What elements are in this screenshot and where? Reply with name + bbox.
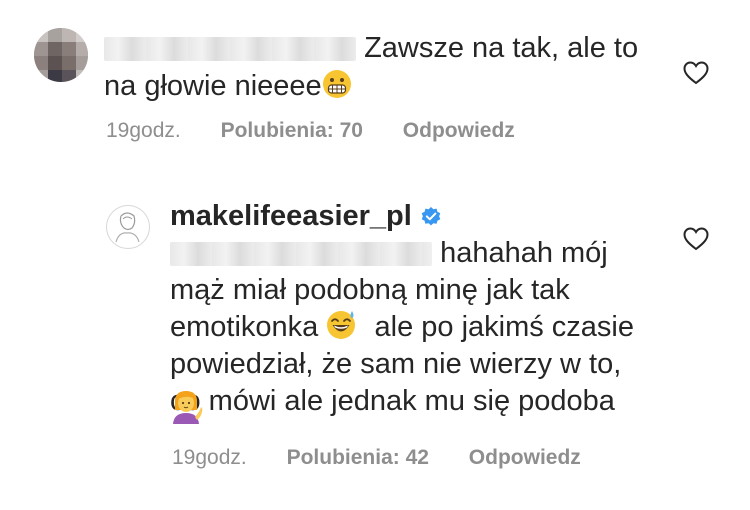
pixelated-avatar-icon[interactable] — [34, 28, 88, 82]
username-link[interactable]: makelifeeasier_pl — [170, 200, 412, 232]
heart-icon[interactable] — [683, 61, 709, 85]
likes-count-link[interactable]: Polubienia: 70 — [221, 119, 363, 142]
blurred-username[interactable] — [104, 37, 356, 62]
comment-2-text-line1: hahahah mój — [170, 235, 608, 272]
blurred-mention[interactable] — [170, 242, 432, 267]
comment-timestamp: 19godz. — [106, 119, 181, 142]
person-tipping-hand-emoji — [170, 390, 204, 429]
comment-1-text: Zawsze na tak, ale to — [104, 30, 638, 67]
verified-badge-icon — [420, 201, 442, 238]
comment-timestamp: 19godz. — [172, 446, 247, 469]
comment-2-text-line2: mąż miał podobną minę jak tak — [170, 274, 570, 306]
comment-2-text-line3: emotikonka ale po jakimś czasie — [170, 309, 634, 350]
heart-icon[interactable] — [683, 227, 709, 251]
comment-2-text-line4: powiedział, że sam nie wierzy w to, — [170, 348, 622, 380]
reply-button[interactable]: Odpowiedz — [403, 119, 515, 142]
profile-avatar-icon[interactable] — [106, 205, 150, 249]
grinning-sweat-face-emoji — [326, 310, 358, 350]
reply-button[interactable]: Odpowiedz — [469, 446, 581, 469]
comment-2-meta: 19godz. Polubienia: 42 Odpowiedz — [172, 446, 615, 470]
comment-2-header: makelifeeasier_pl — [170, 198, 442, 238]
grimacing-face-emoji — [322, 69, 352, 109]
comment-1-meta: 19godz. Polubienia: 70 Odpowiedz — [106, 119, 549, 143]
comment-2-text-line5: co mówi ale jednak mu się podoba — [170, 385, 615, 417]
likes-count-link[interactable]: Polubienia: 42 — [287, 446, 429, 469]
comment-1-text-line2: na głowie nieeee — [104, 68, 352, 109]
